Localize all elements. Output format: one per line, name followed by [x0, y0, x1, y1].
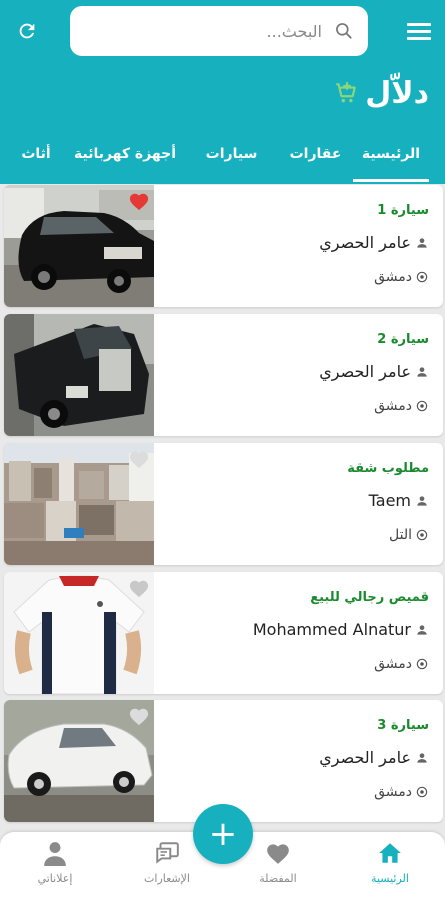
app-brand: دلاّل — [365, 76, 429, 111]
ad-location-text: التل — [389, 527, 412, 543]
ad-info: مطلوب شقة Taem التل — [169, 443, 429, 565]
nav-my-ads-label: إعلاناتي — [37, 872, 73, 885]
ad-user-name: Taem — [368, 491, 411, 510]
person-icon — [417, 366, 427, 377]
nav-notifications-label: الإشعارات — [144, 872, 190, 885]
location-icon — [416, 400, 428, 412]
ad-info: قميص رجالي للبيع Mohammed Alnatur دمشق — [169, 572, 429, 694]
ad-card[interactable]: مطلوب شقة Taem التل — [4, 443, 443, 565]
ad-user-name: Mohammed Alnatur — [252, 620, 411, 639]
ad-user: عامر الحصري — [319, 748, 429, 767]
nav-my-ads[interactable]: إعلاناتي — [20, 840, 90, 885]
category-tabs: الرئيسية عقارات سيارات أجهزة كهربائية أث… — [0, 124, 445, 184]
ad-image[interactable] — [4, 700, 154, 822]
tab-real-estate[interactable]: عقارات — [278, 124, 353, 184]
favorite-heart-icon[interactable] — [128, 449, 150, 469]
ad-user-name: عامر الحصري — [319, 362, 411, 381]
person-icon — [417, 752, 427, 763]
add-ad-button[interactable]: + — [193, 804, 253, 864]
user-icon — [44, 842, 66, 866]
nav-favorites[interactable]: المفضلة — [243, 840, 313, 885]
nav-notifications[interactable]: الإشعارات — [132, 840, 202, 885]
ad-location-text: دمشق — [374, 656, 412, 672]
search-input[interactable] — [84, 16, 354, 46]
add-cart-icon[interactable] — [333, 80, 359, 106]
tab-electrical-appliances[interactable]: أجهزة كهربائية — [65, 124, 185, 184]
location-icon — [416, 271, 428, 283]
ad-location: دمشق — [374, 269, 429, 285]
location-icon — [416, 658, 428, 670]
favorite-heart-icon[interactable] — [128, 191, 150, 211]
ad-info: سيارة 2 عامر الحصري دمشق — [169, 314, 429, 436]
location-icon — [416, 786, 428, 798]
ad-location: التل — [389, 527, 429, 543]
ad-location-text: دمشق — [374, 398, 412, 414]
person-icon — [417, 237, 427, 248]
favorite-heart-icon[interactable] — [128, 706, 150, 726]
ad-title[interactable]: قميص رجالي للبيع — [310, 590, 429, 605]
nav-home-label: الرئيسية — [371, 872, 409, 885]
person-icon — [417, 624, 427, 635]
ad-location: دمشق — [374, 656, 429, 672]
location-icon — [416, 529, 428, 541]
ad-image[interactable] — [4, 314, 154, 436]
heart-icon — [267, 844, 289, 864]
ad-info: سيارة 3 عامر الحصري دمشق — [169, 700, 429, 822]
tab-home[interactable]: الرئيسية — [353, 124, 429, 184]
ad-image[interactable] — [4, 185, 154, 307]
ad-user: عامر الحصري — [319, 233, 429, 252]
hamburger-icon — [407, 22, 431, 26]
person-icon — [417, 495, 427, 506]
home-icon — [379, 843, 401, 863]
ad-card[interactable]: سيارة 1 عامر الحصري دمشق — [4, 185, 443, 307]
nav-home[interactable]: الرئيسية — [355, 840, 425, 885]
favorite-heart-icon[interactable] — [128, 578, 150, 598]
ad-image[interactable] — [4, 443, 154, 565]
ad-info: سيارة 1 عامر الحصري دمشق — [169, 185, 429, 307]
nav-favorites-label: المفضلة — [259, 872, 297, 885]
ad-title[interactable]: سيارة 3 — [377, 718, 429, 733]
ad-title[interactable]: مطلوب شقة — [347, 461, 429, 476]
menu-button[interactable] — [407, 19, 431, 43]
ad-image[interactable] — [4, 572, 154, 694]
top-bar — [0, 0, 445, 62]
ad-user-name: عامر الحصري — [319, 233, 411, 252]
ad-user-name: عامر الحصري — [319, 748, 411, 767]
refresh-icon — [19, 23, 35, 39]
header: دلاّل الرئيسية عقارات سيارات أجهزة كهربا… — [0, 62, 445, 184]
ad-card[interactable]: قميص رجالي للبيع Mohammed Alnatur دمشق — [4, 572, 443, 694]
ad-title[interactable]: سيارة 2 — [377, 332, 429, 347]
ad-location: دمشق — [374, 784, 429, 800]
ad-title[interactable]: سيارة 1 — [377, 203, 429, 218]
plus-icon: + — [208, 814, 238, 854]
ad-user: Mohammed Alnatur — [253, 620, 429, 639]
tab-furniture[interactable]: أثاث — [7, 124, 65, 184]
ad-user: عامر الحصري — [319, 362, 429, 381]
refresh-button[interactable] — [14, 18, 40, 44]
messages-icon — [156, 842, 179, 864]
search-icon[interactable] — [334, 21, 354, 41]
ad-card[interactable]: سيارة 2 عامر الحصري دمشق — [4, 314, 443, 436]
tab-cars[interactable]: سيارات — [185, 124, 278, 184]
ad-location: دمشق — [374, 398, 429, 414]
ad-user: Taem — [369, 491, 429, 510]
ad-location-text: دمشق — [374, 269, 412, 285]
ad-location-text: دمشق — [374, 784, 412, 800]
search-bar[interactable] — [70, 6, 368, 56]
